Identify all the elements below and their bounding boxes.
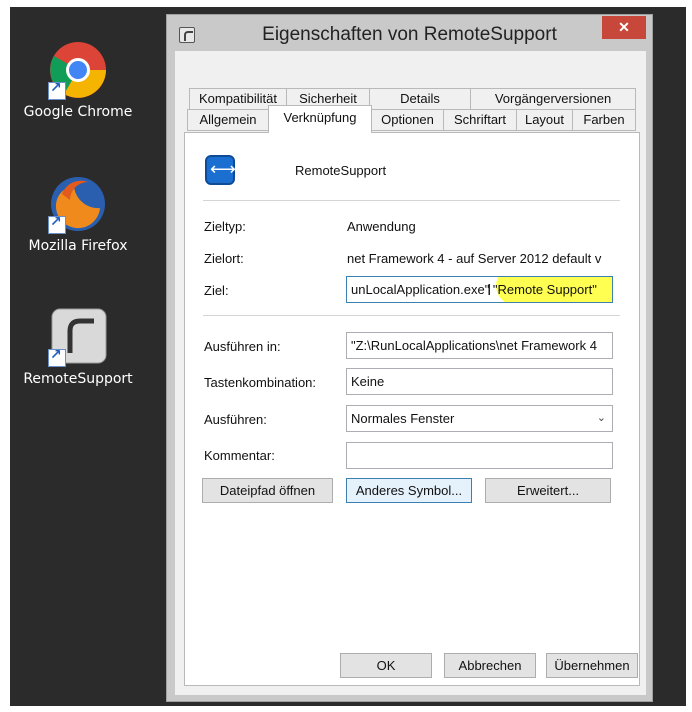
teamviewer-icon (205, 155, 236, 185)
shortcut-panel: RemoteSupport Zieltyp: Anwendung Zielort… (184, 132, 640, 686)
zieltyp-value: Anwendung (347, 219, 416, 234)
remotesupport-icon (48, 307, 108, 367)
tab-allgemein[interactable]: Allgemein (187, 109, 269, 131)
divider (203, 200, 620, 201)
app-name: RemoteSupport (295, 163, 387, 178)
change-icon-button[interactable]: Anderes Symbol... (346, 478, 472, 503)
kommentar-input[interactable] (346, 442, 613, 469)
dialog-client: Kompatibilität Sicherheit Details Vorgän… (175, 51, 646, 695)
ziel-input-text: unLocalApplication.exe" "Remote Support" (351, 282, 597, 297)
shortcut-arrow-icon (48, 80, 66, 100)
tastenkombination-label: Tastenkombination: (204, 375, 317, 390)
zielort-label: Zielort: (204, 251, 244, 266)
tab-optionen[interactable]: Optionen (371, 109, 444, 131)
kommentar-label: Kommentar: (204, 448, 275, 463)
ausfuehren-in-label: Ausführen in: (204, 339, 281, 354)
tab-schriftart[interactable]: Schriftart (443, 109, 517, 131)
title-bar[interactable]: Eigenschaften von RemoteSupport ✕ (167, 15, 652, 51)
desktop-icon-label: RemoteSupport (23, 371, 133, 387)
shortcut-arrow-icon (48, 214, 66, 234)
divider (203, 315, 620, 316)
ausfuehren-in-input[interactable]: "Z:\RunLocalApplications\net Framework 4 (346, 332, 613, 359)
properties-window: Eigenschaften von RemoteSupport ✕ Kompat… (166, 14, 653, 702)
zieltyp-label: Zieltyp: (204, 219, 246, 234)
ausfuehren-select-value: Normales Fenster (351, 411, 455, 426)
tab-layout[interactable]: Layout (516, 109, 573, 131)
chevron-down-icon: ⌄ (596, 412, 606, 424)
apply-button[interactable]: Übernehmen (546, 653, 638, 678)
desktop-icon-label: Mozilla Firefox (28, 238, 128, 254)
window-title: Eigenschaften von RemoteSupport (262, 24, 557, 45)
desktop-icon-remotesupport[interactable]: RemoteSupport (18, 307, 138, 387)
ok-button[interactable]: OK (340, 653, 432, 678)
open-path-button[interactable]: Dateipfad öffnen (202, 478, 333, 503)
advanced-button[interactable]: Erweitert... (485, 478, 611, 503)
desktop-icon-firefox[interactable]: Mozilla Firefox (18, 174, 138, 254)
tab-farben[interactable]: Farben (572, 109, 636, 131)
shortcut-arrow-icon (48, 347, 66, 367)
tastenkombination-input[interactable]: Keine (346, 368, 613, 395)
cancel-button[interactable]: Abbrechen (444, 653, 536, 678)
firefox-icon (48, 174, 108, 234)
tab-vorgaengerversionen[interactable]: Vorgängerversionen (470, 88, 636, 110)
chrome-icon (48, 40, 108, 100)
desktop-icon-label: Google Chrome (23, 104, 133, 120)
desktop-icon-chrome[interactable]: Google Chrome (18, 40, 138, 120)
text-cursor-icon: I (487, 282, 492, 299)
ziel-input[interactable]: unLocalApplication.exe" "Remote Support"… (346, 276, 613, 303)
tab-details[interactable]: Details (369, 88, 471, 110)
ziel-label: Ziel: (204, 283, 229, 298)
zielort-value: net Framework 4 - auf Server 2012 defaul… (347, 251, 602, 266)
ausfuehren-select[interactable]: Normales Fenster ⌄ (346, 405, 613, 432)
ausfuehren-label: Ausführen: (204, 412, 267, 427)
tab-verknuepfung[interactable]: Verknüpfung (268, 105, 372, 133)
close-button[interactable]: ✕ (602, 16, 646, 39)
